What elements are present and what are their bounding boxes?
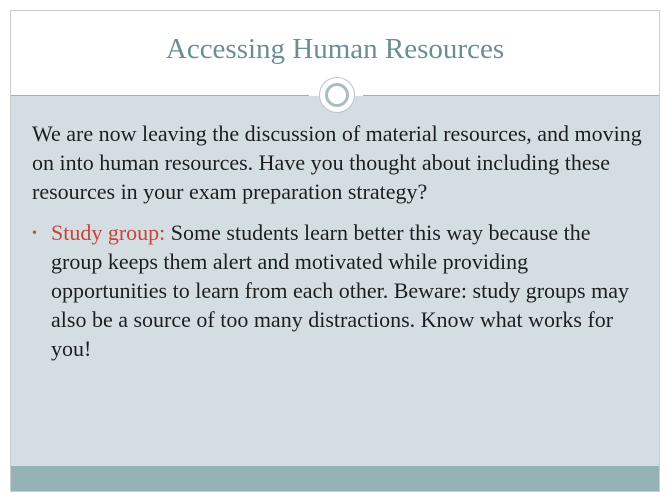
slide-title: Accessing Human Resources [165, 33, 505, 65]
bullet-marker-icon: • [32, 226, 37, 241]
slide-body: We are now leaving the discussion of mat… [32, 119, 644, 363]
circle-ornament-inner [325, 83, 349, 107]
slide-frame: Accessing Human Resources We are now lea… [10, 10, 660, 492]
intro-paragraph: We are now leaving the discussion of mat… [32, 121, 642, 204]
bottom-band [11, 466, 659, 491]
bullet-term: Study group: [51, 220, 166, 245]
bullet-item: • Study group: Some students learn bette… [32, 218, 644, 363]
slide: Accessing Human Resources We are now lea… [0, 0, 672, 504]
circle-ornament-icon [319, 77, 355, 113]
